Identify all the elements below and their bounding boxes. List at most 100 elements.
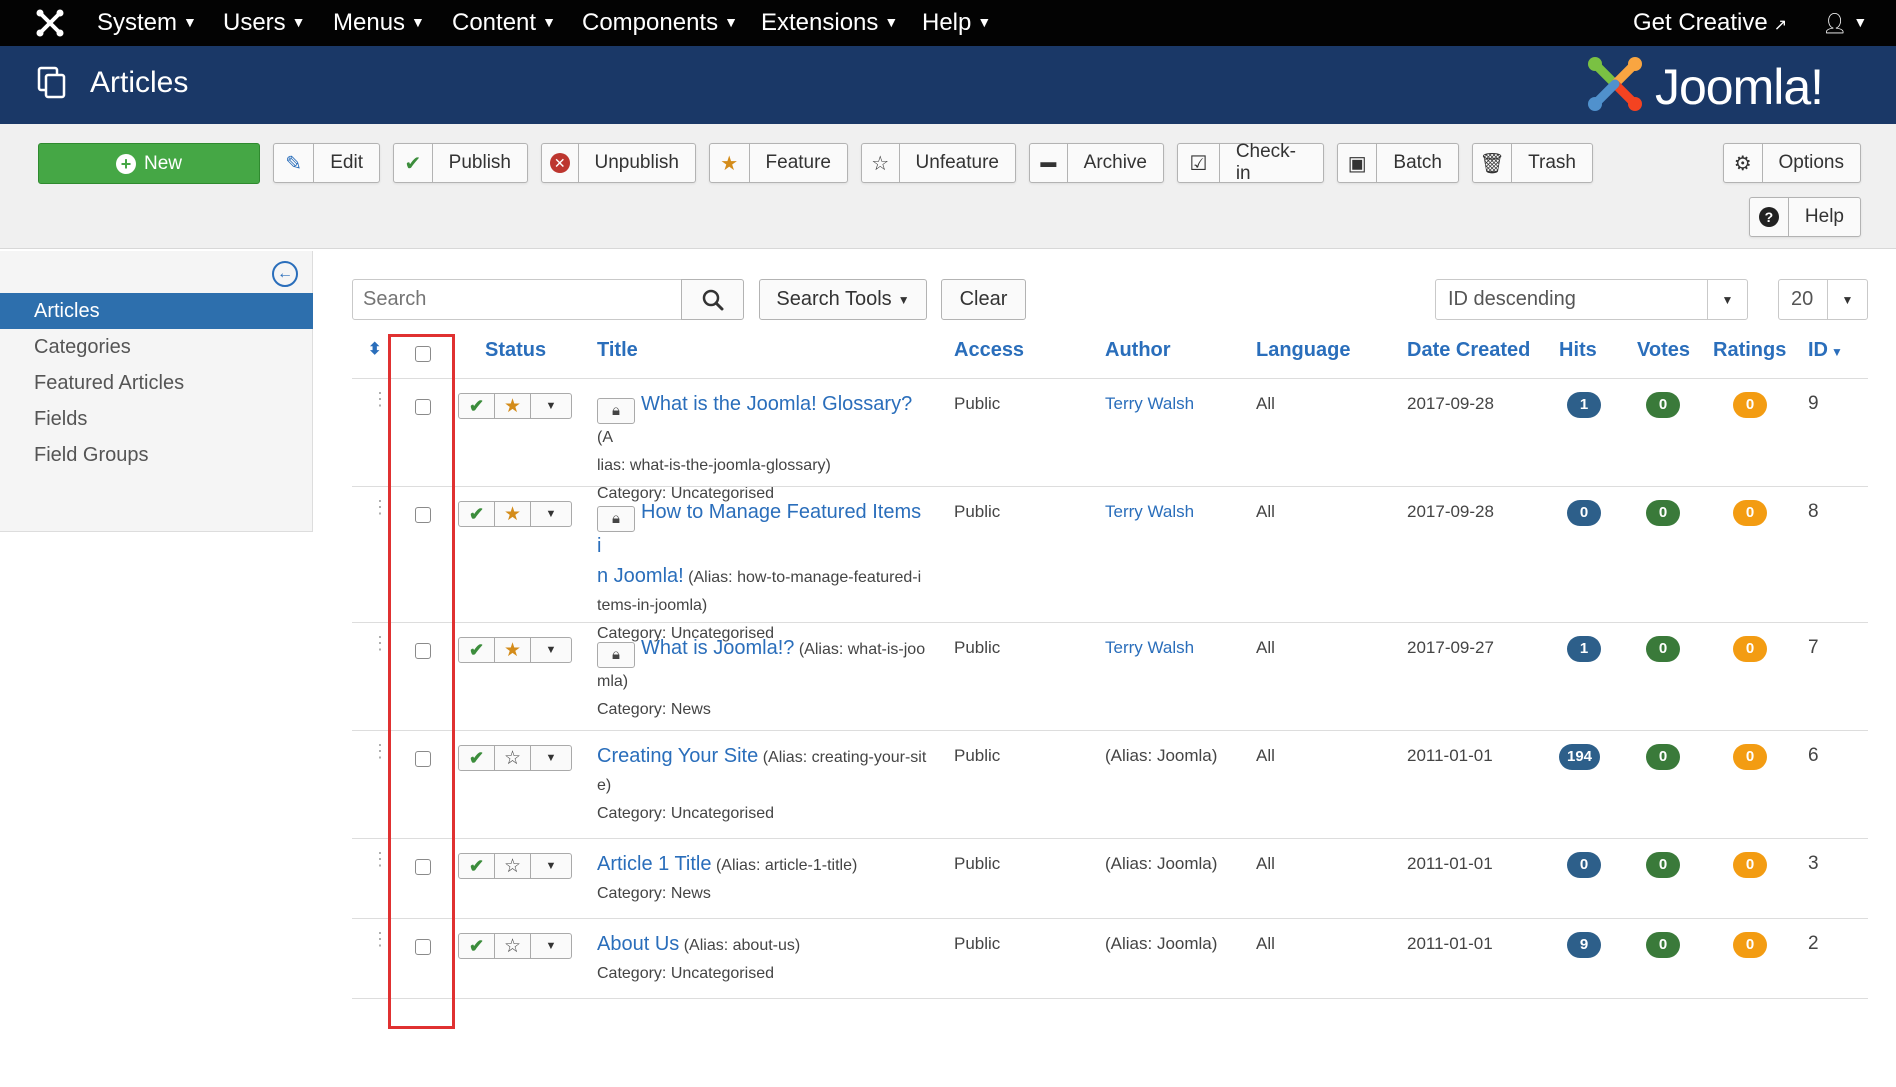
published-toggle[interactable]: ✔ xyxy=(459,638,495,662)
menu-users[interactable]: Users ▼ xyxy=(223,9,306,37)
edit-icon: ✎ xyxy=(274,144,315,182)
article-title-link[interactable]: What is Joomla!? xyxy=(641,637,794,659)
checkin-button[interactable]: ☑ Check-in xyxy=(1177,141,1324,184)
sidebar-item-categories[interactable]: Categories xyxy=(0,329,313,365)
featured-toggle[interactable]: ☆ xyxy=(495,934,531,958)
title-line: How to Manage Featured Items i xyxy=(597,501,922,557)
lock-icon[interactable]: 🔒︎ xyxy=(597,506,635,532)
caret-down-icon: ▼ xyxy=(183,14,197,30)
featured-toggle[interactable]: ★ xyxy=(495,502,531,526)
check-icon: ✔ xyxy=(394,144,433,182)
article-title-link[interactable]: About Us xyxy=(597,933,679,955)
sidebar-item-articles[interactable]: Articles xyxy=(0,293,313,329)
actions-dropdown[interactable]: ▼ xyxy=(531,638,571,662)
get-creative-label: Get Creative xyxy=(1633,9,1768,36)
archive-button[interactable]: ▬ Archive xyxy=(1029,143,1164,183)
menu-help[interactable]: Help ▼ xyxy=(922,9,991,37)
ratings-badge: 0 xyxy=(1733,744,1767,770)
search-button[interactable] xyxy=(681,279,744,320)
author-link[interactable]: Terry Walsh xyxy=(1105,394,1194,414)
user-menu[interactable]: 👤︎ ▼ xyxy=(1822,9,1867,37)
column-access[interactable]: Access xyxy=(954,339,1024,362)
published-toggle[interactable]: ✔ xyxy=(459,394,495,418)
sidebar-item-field-groups[interactable]: Field Groups xyxy=(0,437,313,473)
published-toggle[interactable]: ✔ xyxy=(459,746,495,770)
get-creative-link[interactable]: Get Creative ↗ xyxy=(1633,9,1787,37)
joomla-logo-icon[interactable] xyxy=(35,8,65,38)
search-tools-button[interactable]: Search Tools ▼ xyxy=(759,279,927,320)
menu-menus[interactable]: Menus ▼ xyxy=(333,9,425,37)
column-language[interactable]: Language xyxy=(1256,339,1350,362)
featured-toggle[interactable]: ☆ xyxy=(495,854,531,878)
featured-toggle[interactable]: ☆ xyxy=(495,746,531,770)
sort-ordering-icon[interactable]: ⬍ xyxy=(368,339,381,359)
caret-down-icon: ▼ xyxy=(1853,14,1868,30)
archive-icon: ▬ xyxy=(1030,144,1068,182)
options-button[interactable]: ⚙ Options xyxy=(1723,143,1861,183)
unfeature-button[interactable]: ☆ Unfeature xyxy=(861,143,1016,183)
menu-extensions[interactable]: Extensions ▼ xyxy=(761,9,898,37)
author-link[interactable]: Terry Walsh xyxy=(1105,638,1194,658)
drag-handle-icon[interactable]: ⋮ xyxy=(371,850,389,868)
publish-button[interactable]: ✔ Publish xyxy=(393,143,528,183)
column-author[interactable]: Author xyxy=(1105,339,1171,362)
edit-button[interactable]: ✎ Edit xyxy=(273,143,380,183)
column-date-created[interactable]: Date Created xyxy=(1407,339,1530,362)
menu-components[interactable]: Components ▼ xyxy=(582,9,738,37)
unpublish-button[interactable]: ✕ Unpublish xyxy=(541,143,696,183)
drag-handle-icon[interactable]: ⋮ xyxy=(371,930,389,948)
help-button[interactable]: ? Help xyxy=(1749,197,1861,237)
published-toggle[interactable]: ✔ xyxy=(459,854,495,878)
column-votes[interactable]: Votes xyxy=(1637,339,1690,362)
column-title[interactable]: Title xyxy=(597,339,638,362)
star-empty-icon: ☆ xyxy=(862,144,900,182)
ordering-select[interactable]: ID descending ▼ xyxy=(1435,279,1748,320)
menu-label: Users xyxy=(223,9,286,36)
published-toggle[interactable]: ✔ xyxy=(459,502,495,526)
menu-system[interactable]: System ▼ xyxy=(97,9,197,37)
feature-button[interactable]: ★ Feature xyxy=(709,143,848,183)
column-hits[interactable]: Hits xyxy=(1559,339,1597,362)
status-controls: ✔ ☆ ▼ xyxy=(458,933,572,959)
column-status[interactable]: Status xyxy=(485,339,546,362)
hits-badge: 1 xyxy=(1567,636,1601,662)
actions-dropdown[interactable]: ▼ xyxy=(531,394,571,418)
actions-dropdown[interactable]: ▼ xyxy=(531,746,571,770)
actions-dropdown[interactable]: ▼ xyxy=(531,934,571,958)
batch-button[interactable]: ▣ Batch xyxy=(1337,143,1459,183)
sidebar-item-fields[interactable]: Fields xyxy=(0,401,313,437)
lock-icon[interactable]: 🔒︎ xyxy=(597,398,635,424)
drag-handle-icon[interactable]: ⋮ xyxy=(371,742,389,760)
id-cell: 2 xyxy=(1808,933,1819,954)
sidebar-item-featured-articles[interactable]: Featured Articles xyxy=(0,365,313,401)
date-cell: 2011-01-01 xyxy=(1407,854,1493,873)
lock-icon[interactable]: 🔒︎ xyxy=(597,642,635,668)
actions-dropdown[interactable]: ▼ xyxy=(531,502,571,526)
caret-down-icon: ▼ xyxy=(411,14,425,30)
drag-handle-icon[interactable]: ⋮ xyxy=(371,390,389,408)
article-title-link[interactable]: Creating Your Site xyxy=(597,745,758,767)
author-link[interactable]: Terry Walsh xyxy=(1105,502,1194,522)
clear-button[interactable]: Clear xyxy=(941,279,1026,320)
drag-handle-icon[interactable]: ⋮ xyxy=(371,634,389,652)
column-ratings[interactable]: Ratings xyxy=(1713,339,1786,362)
featured-toggle[interactable]: ★ xyxy=(495,638,531,662)
column-id[interactable]: ID ▼ xyxy=(1808,339,1843,362)
published-toggle[interactable]: ✔ xyxy=(459,934,495,958)
votes-badge: 0 xyxy=(1646,392,1680,418)
limit-select[interactable]: 20 ▼ xyxy=(1778,279,1868,320)
date-cell: 2017-09-27 xyxy=(1407,638,1494,657)
access-cell: Public xyxy=(954,746,1001,765)
article-title-link[interactable]: What is the Joomla! Glossary? xyxy=(641,393,912,415)
new-button[interactable]: + New xyxy=(38,143,260,184)
trash-button[interactable]: 🗑︎ Trash xyxy=(1472,143,1593,183)
actions-dropdown[interactable]: ▼ xyxy=(531,854,571,878)
row-divider xyxy=(352,730,1868,731)
article-title-link[interactable]: Article 1 Title xyxy=(597,853,711,875)
collapse-sidebar-icon[interactable]: ← xyxy=(272,261,298,287)
menu-content[interactable]: Content ▼ xyxy=(452,9,556,37)
drag-handle-icon[interactable]: ⋮ xyxy=(371,498,389,516)
search-input[interactable] xyxy=(352,279,682,320)
title-cell: Article 1 Title (Alias: article-1-title)… xyxy=(597,850,929,908)
featured-toggle[interactable]: ★ xyxy=(495,394,531,418)
